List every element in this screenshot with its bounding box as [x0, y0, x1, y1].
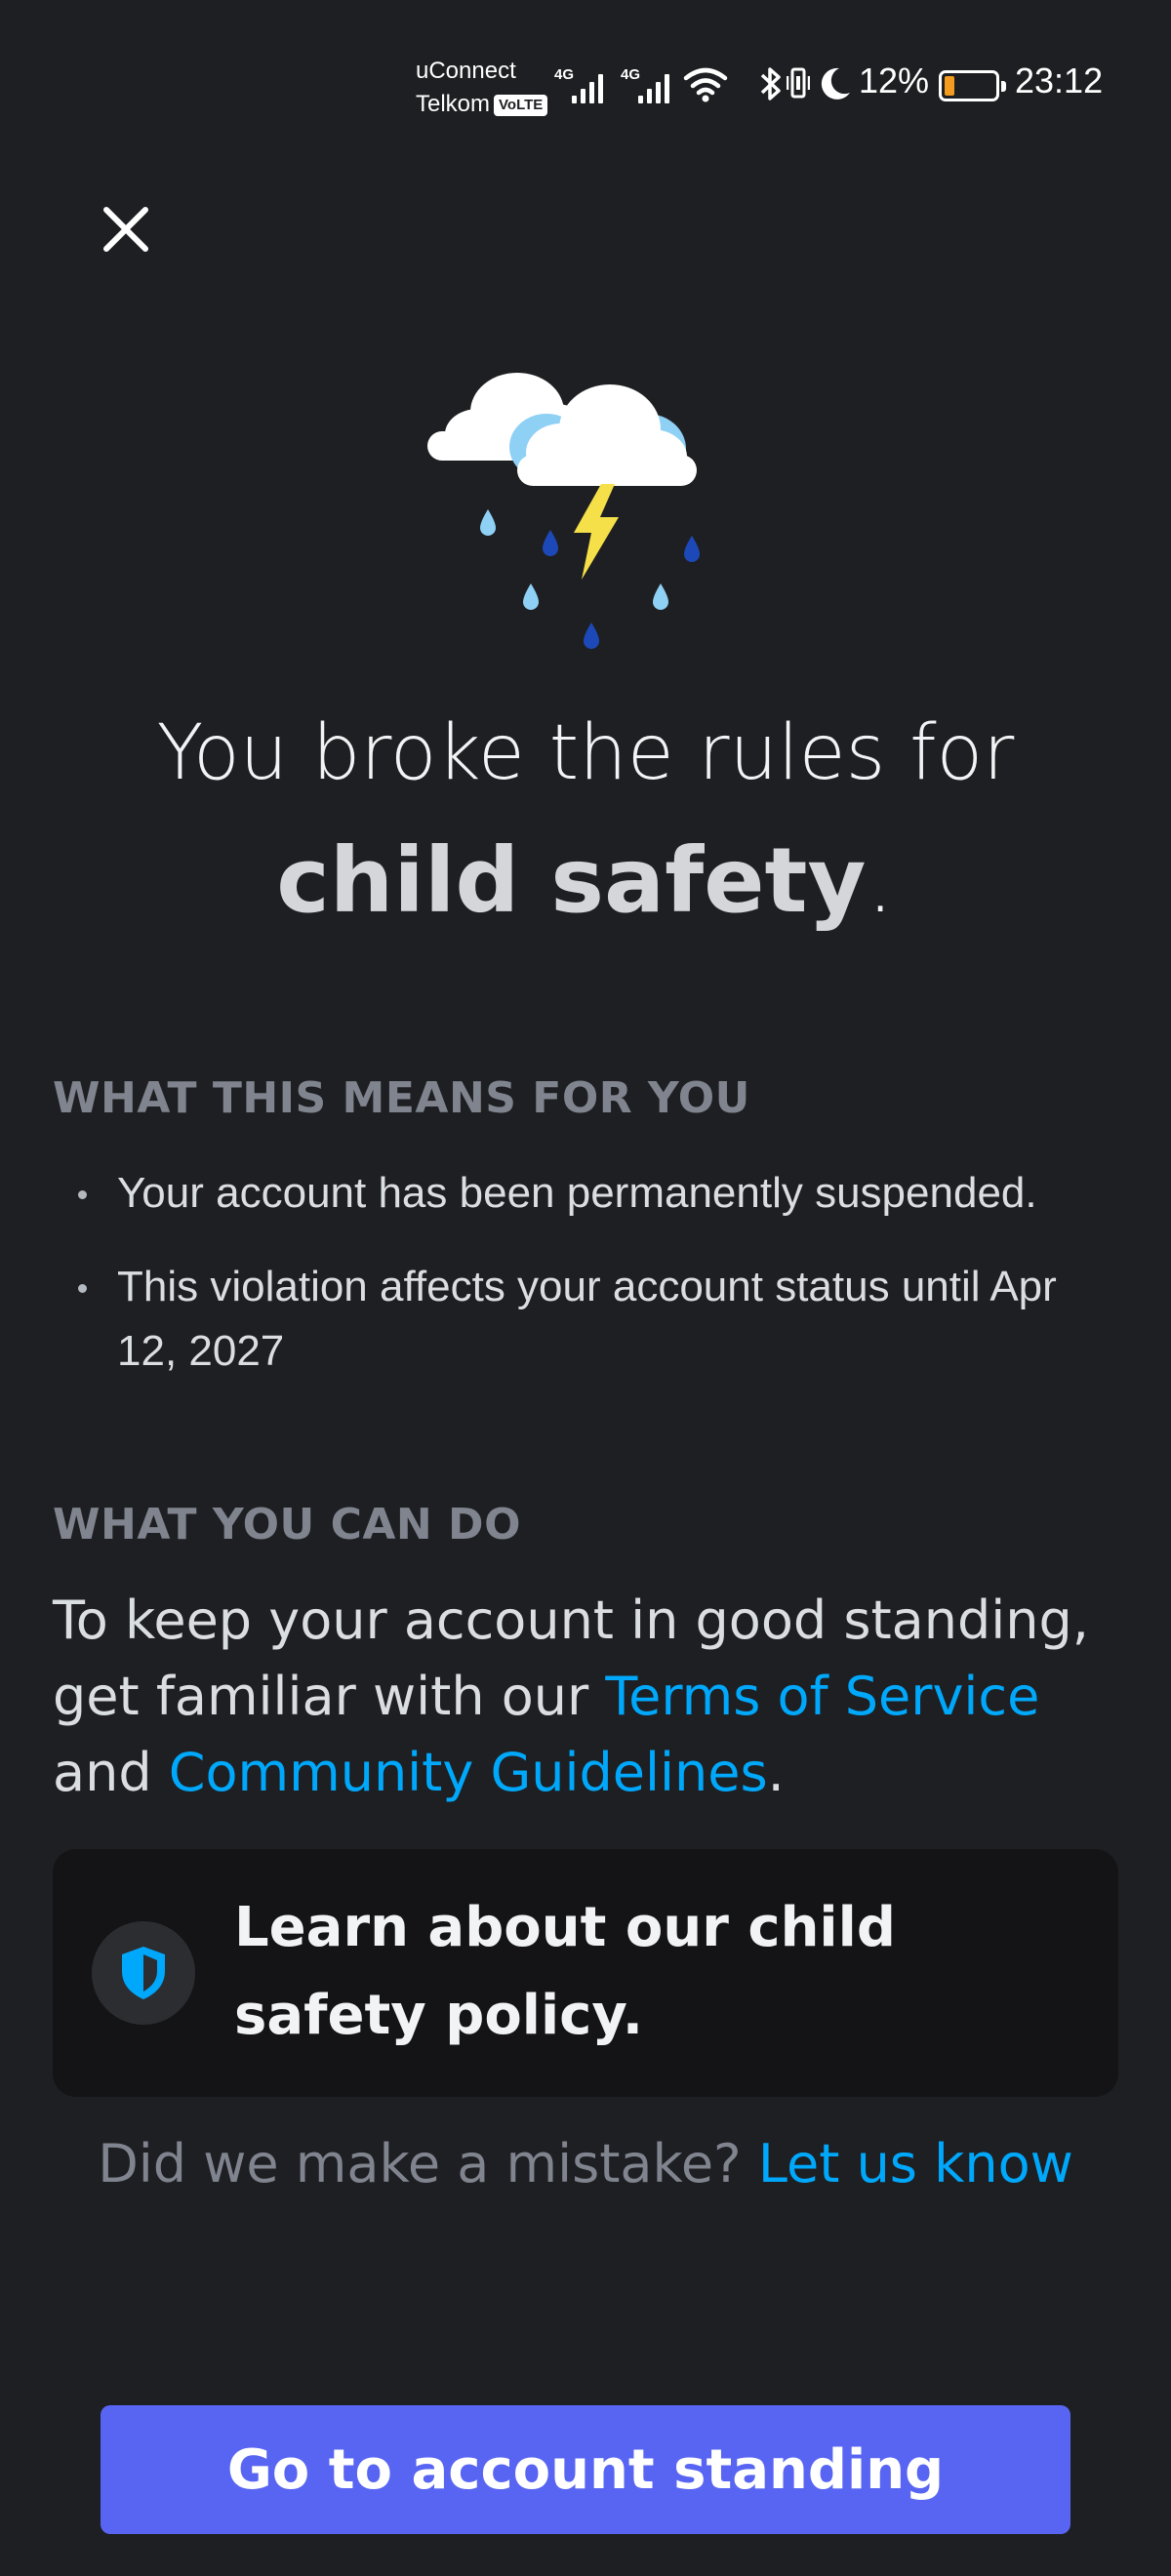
- consequence-list: Your account has been permanently suspen…: [53, 1161, 1165, 1413]
- child-safety-policy-card[interactable]: Learn about our child safety policy.: [53, 1849, 1118, 2097]
- policy-icon-circle: [92, 1921, 195, 2025]
- carrier-name-secondary: Telkom: [416, 91, 491, 117]
- clock: 23:12: [1015, 60, 1104, 101]
- actions-text-and: and: [53, 1742, 169, 1803]
- shield-icon: [122, 1947, 165, 1999]
- appeal-prompt: Did we make a mistake? Let us know: [0, 2125, 1171, 2203]
- vibrate-icon: [787, 67, 810, 99]
- section-label-actions: WHAT YOU CAN DO: [53, 1500, 521, 1550]
- violation-category: child safety: [276, 828, 867, 933]
- headline: You broke the rules for: [156, 709, 1015, 797]
- headline-emphasis: child safety.: [0, 827, 1171, 935]
- consequence-item: Your account has been permanently suspen…: [53, 1161, 1165, 1226]
- community-guidelines-link[interactable]: Community Guidelines: [169, 1742, 768, 1803]
- lightning-bolt: [574, 484, 619, 580]
- bluetooth-icon: [760, 67, 781, 101]
- consequence-item: This violation affects your account stat…: [53, 1255, 1126, 1384]
- network-type-label: 4G: [554, 66, 575, 83]
- volte-badge: VoLTE: [494, 94, 548, 116]
- let-us-know-link[interactable]: Let us know: [758, 2133, 1073, 2194]
- wifi-icon: [683, 67, 728, 102]
- storm-cloud-illustration: [427, 373, 700, 649]
- terms-of-service-link[interactable]: Terms of Service: [605, 1666, 1039, 1727]
- go-to-account-standing-button[interactable]: Go to account standing: [101, 2405, 1070, 2534]
- carrier-name-primary: uConnect: [416, 58, 516, 84]
- carrier-info: uConnect Telkom VoLTE: [416, 55, 548, 121]
- status-bar: uConnect Telkom VoLTE 4G 4G 12% 23:12: [0, 0, 1171, 146]
- actions-text-end: .: [767, 1742, 785, 1803]
- close-button[interactable]: [90, 193, 162, 265]
- do-not-disturb-moon-icon: [821, 67, 850, 100]
- actions-paragraph: To keep your account in good standing, g…: [53, 1583, 1136, 1811]
- section-label-consequences: WHAT THIS MEANS FOR YOU: [53, 1073, 750, 1123]
- network-type-label-2: 4G: [621, 66, 641, 83]
- appeal-text: Did we make a mistake?: [98, 2133, 758, 2194]
- policy-card-label: Learn about our child safety policy.: [234, 1896, 896, 2047]
- close-icon[interactable]: [101, 204, 151, 255]
- headline-period: .: [866, 828, 895, 933]
- battery-percent: 12%: [859, 60, 930, 101]
- battery-icon: [939, 70, 1006, 101]
